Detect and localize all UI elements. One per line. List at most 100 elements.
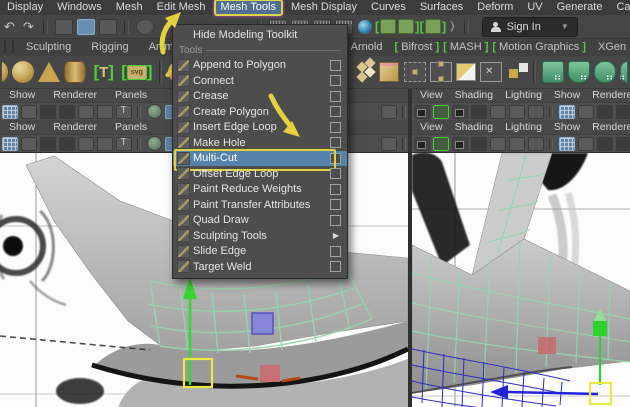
field-chart-icon[interactable] xyxy=(77,104,94,119)
grid-toggle-icon[interactable] xyxy=(1,136,18,151)
isolate-select-icon[interactable] xyxy=(380,104,397,119)
menu-item-connect[interactable]: Connect xyxy=(173,73,347,89)
camera-attributes-icon[interactable] xyxy=(451,104,468,119)
menu-item-offset-edge-loop[interactable]: Offset Edge Loop xyxy=(173,166,347,182)
image-plane-icon[interactable] xyxy=(489,104,506,119)
menu-edit-mesh[interactable]: Edit Mesh xyxy=(150,0,213,15)
scale-tool-icon[interactable] xyxy=(429,59,452,85)
undo-icon[interactable]: ↶ xyxy=(0,17,19,37)
select-component-icon[interactable] xyxy=(98,18,117,35)
chevron-icon[interactable]: ❭ xyxy=(446,21,458,32)
grid-toggle-icon[interactable] xyxy=(558,136,575,151)
panel-menu-shading[interactable]: Shading xyxy=(449,121,500,133)
poly-cylinder-icon[interactable] xyxy=(64,59,87,85)
panel-divider[interactable] xyxy=(408,88,412,407)
select-object-icon[interactable] xyxy=(76,18,95,35)
option-box[interactable] xyxy=(330,261,341,273)
arnold-plane-icon[interactable] xyxy=(398,19,415,34)
panel-menu-show[interactable]: Show xyxy=(0,121,44,133)
menu-item-quad-draw[interactable]: Quad Draw xyxy=(173,213,347,229)
option-box[interactable] xyxy=(330,245,341,257)
isolate-select-icon[interactable] xyxy=(380,136,397,151)
bookmark-icon[interactable] xyxy=(470,136,487,151)
menu-item-sculpting-tools[interactable]: Sculpting Tools ▶ xyxy=(173,228,347,244)
menu-item-insert-edge-loop[interactable]: Insert Edge Loop xyxy=(173,120,347,136)
film-gate-icon[interactable] xyxy=(20,136,37,151)
menu-curves[interactable]: Curves xyxy=(364,0,413,15)
panel-menu-view[interactable]: View xyxy=(414,121,449,133)
caret-down-icon[interactable]: ▼ xyxy=(561,22,569,31)
wireframe-on-shaded-icon[interactable] xyxy=(146,136,162,151)
snap-magnet-icon[interactable] xyxy=(135,18,154,35)
tab-mash[interactable]: [ MASH ] xyxy=(441,39,490,56)
menu-item-slide-edge[interactable]: Slide Edge xyxy=(173,244,347,260)
menu-item-target-weld[interactable]: Target Weld xyxy=(173,259,347,275)
camera-attributes-icon[interactable] xyxy=(451,136,468,151)
menu-surfaces[interactable]: Surfaces xyxy=(413,0,470,15)
resolution-gate-icon[interactable] xyxy=(596,136,613,151)
menu-item-multi-cut[interactable]: Multi-Cut xyxy=(173,149,347,171)
menu-item-append-to-polygon[interactable]: Append to Polygon xyxy=(173,58,347,74)
menu-item-create-polygon[interactable]: Create Polygon xyxy=(173,104,347,120)
panel-menu-renderer[interactable]: Renderer xyxy=(44,121,106,133)
marking-menu-icon[interactable] xyxy=(403,59,426,85)
tab-bifrost[interactable]: [ Bifrost ] xyxy=(392,39,441,56)
option-box[interactable] xyxy=(330,214,341,226)
option-box[interactable] xyxy=(330,90,341,102)
select-hierarchy-icon[interactable] xyxy=(54,18,73,35)
resolution-gate-icon[interactable] xyxy=(39,136,56,151)
wireframe-on-shaded-icon[interactable] xyxy=(146,104,162,119)
tab-motion-graphics[interactable]: [ Motion Graphics ] xyxy=(490,39,588,56)
panel-menu-renderer[interactable]: Renderer xyxy=(586,121,630,133)
menu-item-paint-transfer-attributes[interactable]: Paint Transfer Attributes xyxy=(173,197,347,213)
option-box[interactable] xyxy=(330,75,341,87)
redo-icon[interactable]: ↷ xyxy=(19,17,38,37)
panel-menu-shading[interactable]: Shading xyxy=(449,89,500,101)
svg-tool-icon[interactable]: [svg] xyxy=(121,59,152,85)
option-box[interactable] xyxy=(330,106,341,118)
menu-uv[interactable]: UV xyxy=(520,0,549,15)
option-box[interactable] xyxy=(330,199,341,211)
film-gate-icon[interactable] xyxy=(577,104,594,119)
bevel-icon[interactable] xyxy=(455,59,477,85)
transform-constraint-icon[interactable]: ✕ xyxy=(480,59,503,85)
render-view-sphere-icon[interactable] xyxy=(357,19,372,34)
menu-item-hide-modeling-toolkit[interactable]: Hide Modeling Toolkit xyxy=(173,27,347,43)
two-d-pan-icon[interactable] xyxy=(508,104,525,119)
safe-action-icon[interactable] xyxy=(96,136,113,151)
field-chart-icon[interactable] xyxy=(77,136,94,151)
shelf-partial-icon[interactable] xyxy=(2,59,9,85)
gate-mask-icon[interactable] xyxy=(615,136,630,151)
select-camera-icon[interactable] xyxy=(413,104,430,119)
quad-panel-icon[interactable] xyxy=(506,59,529,85)
menu-display[interactable]: Display xyxy=(0,0,50,15)
grid-toggle-icon[interactable] xyxy=(558,104,575,119)
gate-mask-icon[interactable] xyxy=(615,104,630,119)
safe-title-icon[interactable] xyxy=(115,104,132,119)
poly-sphere-icon[interactable] xyxy=(12,59,35,85)
bookmark-icon[interactable] xyxy=(470,104,487,119)
option-box[interactable] xyxy=(330,121,341,133)
option-box[interactable] xyxy=(330,152,341,164)
persp-viewport[interactable] xyxy=(411,152,630,407)
tab-arnold[interactable]: Arnold xyxy=(341,39,393,56)
arnold-renderview-icon[interactable] xyxy=(380,19,397,34)
panel-menu-renderer[interactable]: Renderer xyxy=(586,89,630,101)
resolution-gate-icon[interactable] xyxy=(596,104,613,119)
lock-camera-icon[interactable] xyxy=(432,136,449,151)
greasepencil-icon[interactable] xyxy=(527,104,544,119)
shelf-menu-icon[interactable] xyxy=(4,40,6,54)
menu-mesh[interactable]: Mesh xyxy=(109,0,150,15)
menu-mesh-display[interactable]: Mesh Display xyxy=(284,0,364,15)
panel-menu-show[interactable]: Show xyxy=(0,89,44,101)
safe-title-icon[interactable] xyxy=(115,136,132,151)
resolution-gate-icon[interactable] xyxy=(39,104,56,119)
menu-generate[interactable]: Generate xyxy=(550,0,610,15)
panel-menu-panels[interactable]: Panels xyxy=(106,121,156,133)
tab-xgen[interactable]: XGen xyxy=(588,39,630,56)
panel-menu-lighting[interactable]: Lighting xyxy=(499,121,548,133)
panel-menu-panels[interactable]: Panels xyxy=(106,89,156,101)
menu-windows[interactable]: Windows xyxy=(50,0,109,15)
gate-mask-icon[interactable] xyxy=(58,136,75,151)
option-box[interactable] xyxy=(330,183,341,195)
